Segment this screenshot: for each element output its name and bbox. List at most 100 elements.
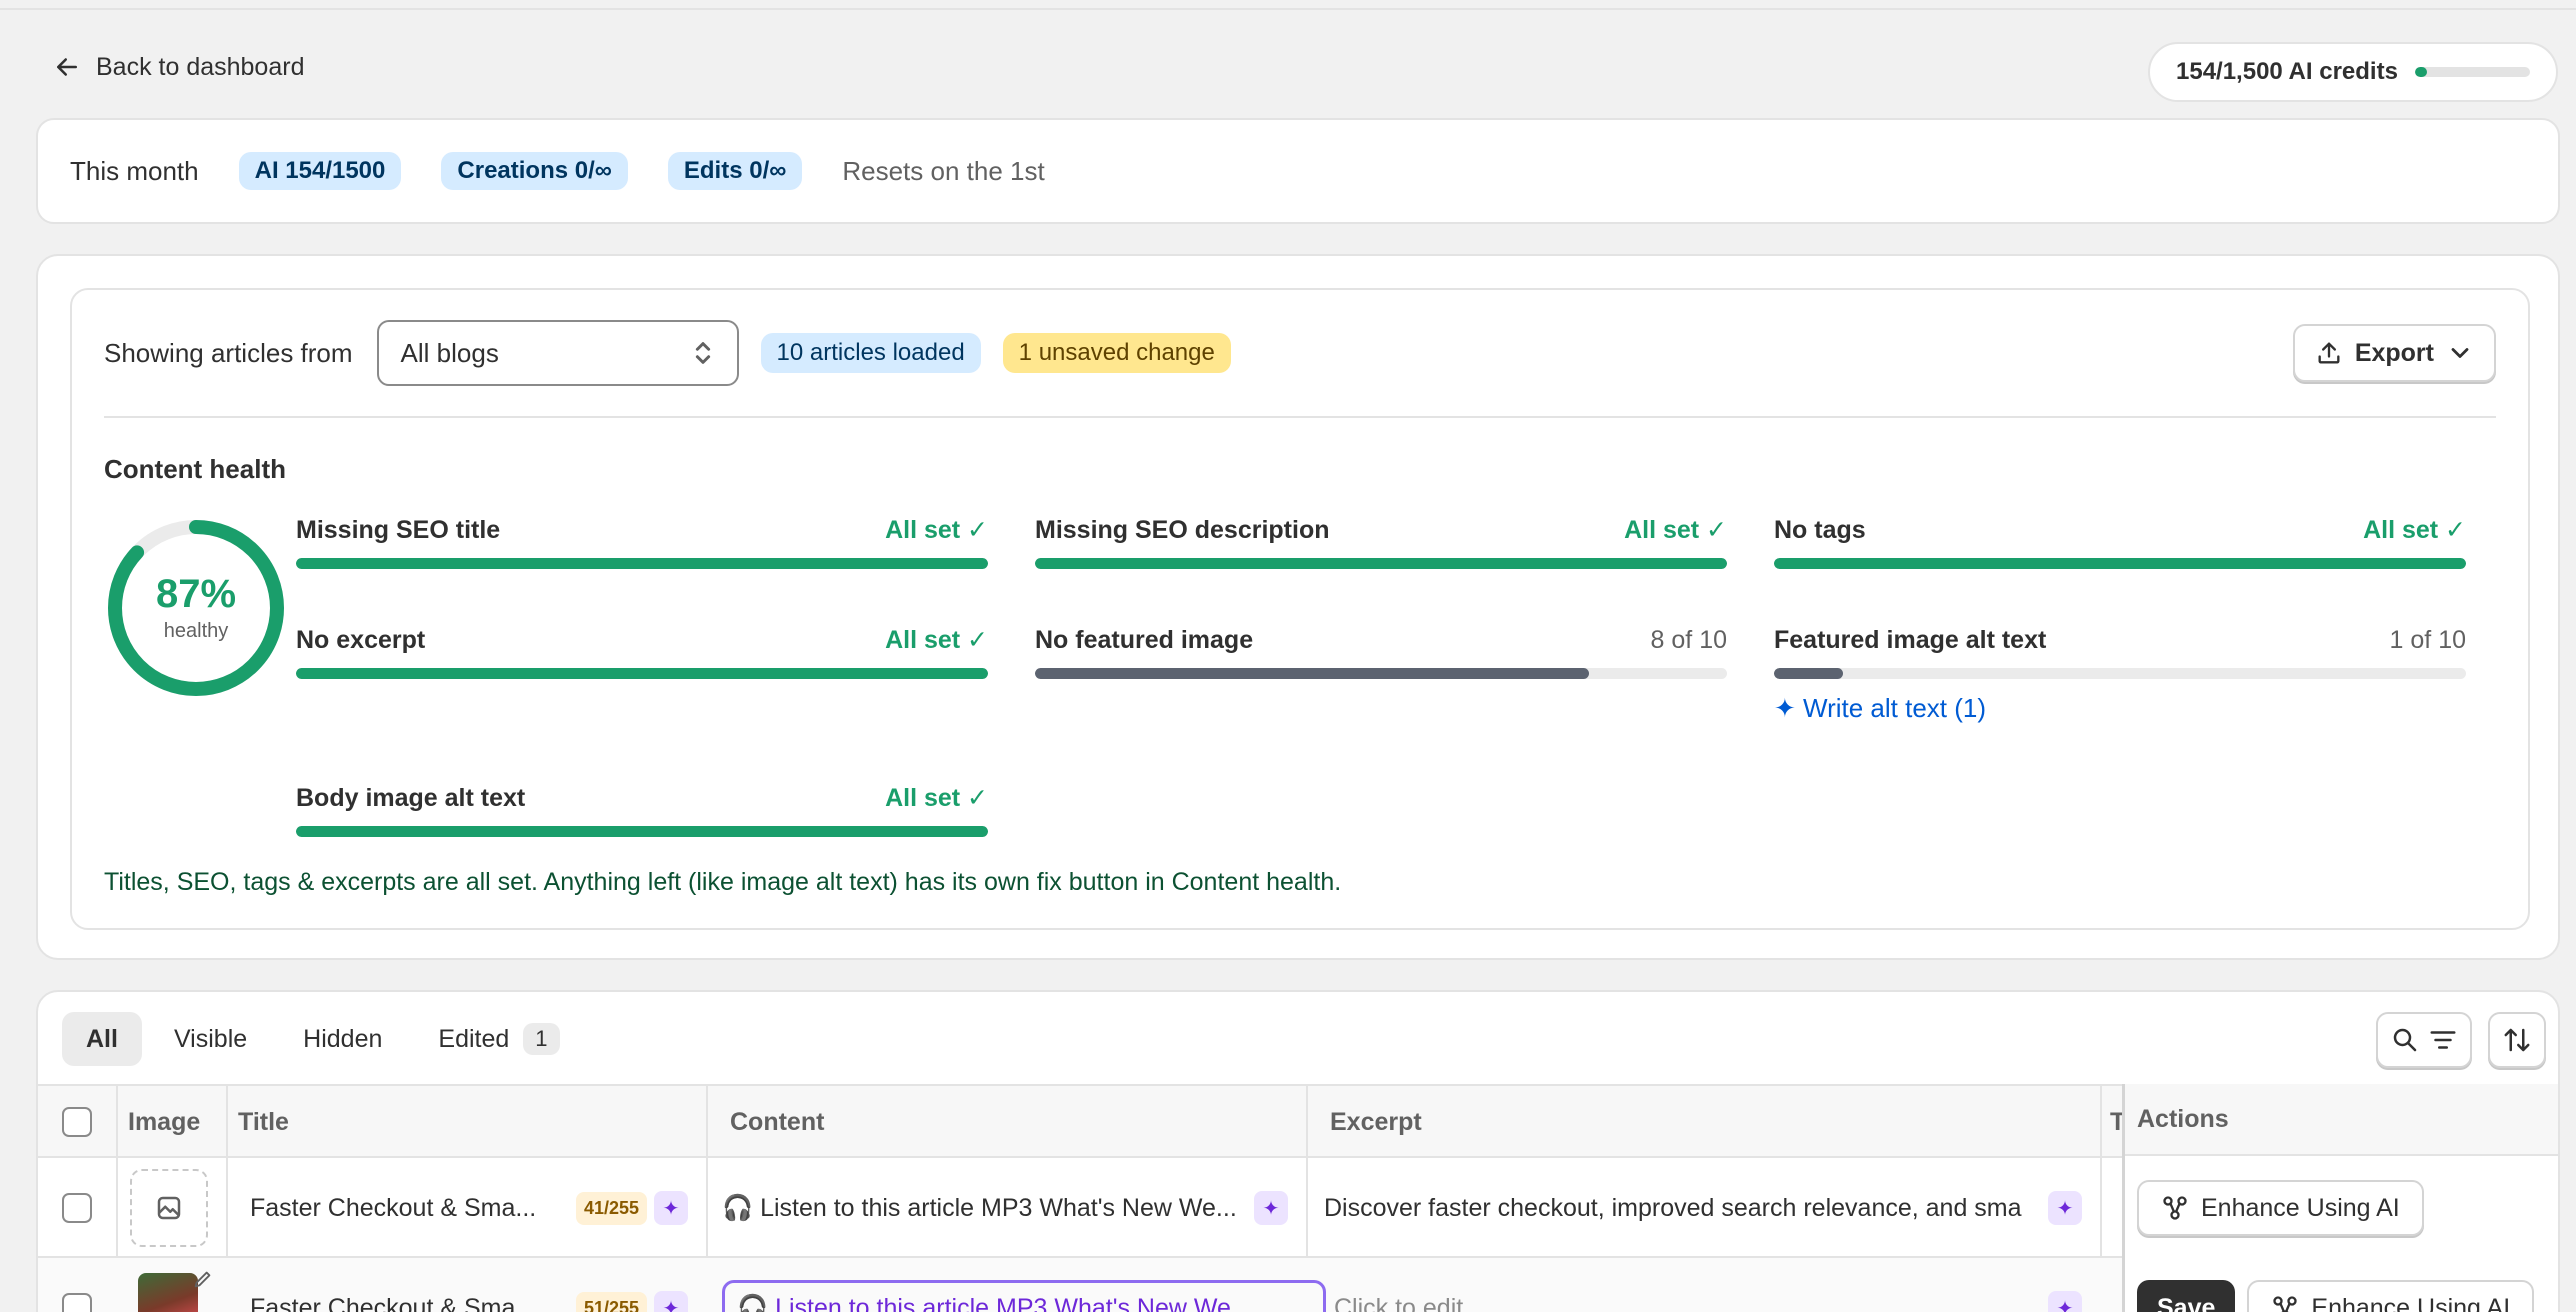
blog-filter-row: Showing articles from All blogs 10 artic… bbox=[104, 320, 2496, 386]
metric-status: All set ✓ bbox=[885, 784, 988, 812]
enhance-ai-label: Enhance Using AI bbox=[2311, 1293, 2511, 1312]
edited-count-badge: 1 bbox=[523, 1023, 560, 1055]
metric-featured-image-alt-text: Featured image alt text 1 of 10 ✦ Write a… bbox=[1774, 624, 2466, 724]
metric-name: Missing SEO title bbox=[296, 515, 501, 544]
sort-arrows-icon bbox=[2504, 1028, 2530, 1052]
excerpt-cell[interactable]: Discover faster checkout, improved searc… bbox=[1324, 1158, 2076, 1258]
excerpt-cell[interactable]: Click to edit bbox=[1334, 1258, 1734, 1312]
content-cell-editing[interactable]: 🎧 Listen to this article MP3 What's New … bbox=[722, 1258, 1326, 1312]
row-checkbox[interactable] bbox=[62, 1293, 92, 1312]
metric-status: 8 of 10 bbox=[1650, 625, 1727, 654]
row-actions: Enhance Using AI bbox=[2137, 1158, 2424, 1258]
column-header-actions: Actions bbox=[2125, 1084, 2558, 1156]
row-actions: Save Enhance Using AI bbox=[2137, 1258, 2535, 1312]
column-header-excerpt: Excerpt bbox=[1330, 1107, 1422, 1136]
metric-name: No excerpt bbox=[296, 625, 426, 654]
metric-status: All set ✓ bbox=[2363, 516, 2466, 544]
row-checkbox-cell bbox=[62, 1258, 92, 1312]
content-edit-field[interactable]: 🎧 Listen to this article MP3 What's New … bbox=[722, 1280, 1326, 1312]
tab-all[interactable]: All bbox=[62, 1012, 142, 1066]
edits-chip: Edits 0/∞ bbox=[667, 152, 803, 190]
credits-progress-bar bbox=[2415, 67, 2530, 77]
title-cell[interactable]: Faster Checkout & Sma... bbox=[250, 1258, 576, 1312]
write-alt-text-link[interactable]: ✦ Write alt text (1) bbox=[1774, 693, 2466, 724]
reset-text: Resets on the 1st bbox=[842, 155, 1045, 186]
ai-usage-chip: AI 154/1500 bbox=[238, 152, 402, 190]
metric-bar bbox=[296, 558, 988, 569]
enhance-ai-button[interactable]: Enhance Using AI bbox=[2137, 1180, 2424, 1236]
sparkle-icon[interactable]: ✦ bbox=[654, 1291, 688, 1312]
save-button[interactable]: Save bbox=[2137, 1280, 2236, 1312]
metric-bar bbox=[1774, 668, 2466, 679]
metric-bar bbox=[1035, 558, 1727, 569]
sort-button[interactable] bbox=[2488, 1012, 2546, 1068]
metric-status: 1 of 10 bbox=[2389, 625, 2466, 654]
metric-bar-fill bbox=[296, 558, 988, 569]
metric-name: No tags bbox=[1774, 515, 1866, 544]
metric-bar-fill bbox=[1035, 668, 1589, 679]
metric-status: All set ✓ bbox=[1624, 516, 1727, 544]
pencil-icon[interactable] bbox=[192, 1268, 214, 1290]
content-cell[interactable]: 🎧 Listen to this article MP3 What's New … bbox=[722, 1158, 1238, 1258]
enhance-ai-label: Enhance Using AI bbox=[2201, 1193, 2400, 1222]
select-all-checkbox[interactable] bbox=[62, 1107, 92, 1137]
health-summary-note: Titles, SEO, tags & excerpts are all set… bbox=[104, 868, 1342, 896]
tab-visible[interactable]: Visible bbox=[150, 1012, 271, 1066]
content-health-title: Content health bbox=[104, 454, 286, 484]
tab-label: Hidden bbox=[303, 1024, 383, 1053]
title-ai-cell: ✦ bbox=[654, 1158, 688, 1258]
metric-bar bbox=[1035, 668, 1727, 679]
back-to-dashboard-link[interactable]: Back to dashboard bbox=[52, 52, 304, 82]
tab-hidden[interactable]: Hidden bbox=[279, 1012, 406, 1066]
select-all-cell bbox=[50, 1086, 92, 1158]
back-label: Back to dashboard bbox=[96, 52, 305, 81]
month-label: This month bbox=[70, 155, 199, 186]
featured-image-thumbnail[interactable] bbox=[138, 1273, 198, 1312]
health-percent: 87% bbox=[155, 571, 237, 616]
sparkle-icon[interactable]: ✦ bbox=[2048, 1291, 2082, 1312]
search-filter-button[interactable] bbox=[2376, 1012, 2472, 1068]
articles-overview-card: Showing articles from All blogs 10 artic… bbox=[36, 254, 2560, 960]
ai-credits-pill: 154/1,500 AI credits bbox=[2148, 42, 2558, 102]
excerpt-ai-cell: ✦ bbox=[2048, 1158, 2082, 1258]
metric-bar-fill bbox=[1035, 558, 1727, 569]
actions-column: Actions Enhance Using AI Save Enhance Us… bbox=[2122, 1084, 2558, 1312]
title-char-count: 51/255 bbox=[576, 1291, 648, 1312]
arrow-left-icon bbox=[57, 58, 77, 76]
metric-no-tags: No tags All set ✓ bbox=[1774, 514, 2466, 569]
column-header-title: Title bbox=[238, 1107, 289, 1136]
metric-name: Body image alt text bbox=[296, 783, 526, 812]
title-cell[interactable]: Faster Checkout & Sma... bbox=[250, 1158, 576, 1258]
monthly-usage-card: This month AI 154/1500 Creations 0/∞ Edi… bbox=[36, 118, 2560, 224]
metric-bar-fill bbox=[296, 668, 988, 679]
tab-label: All bbox=[86, 1024, 118, 1053]
export-button[interactable]: Export bbox=[2292, 324, 2496, 382]
ai-nodes-icon bbox=[2163, 1196, 2187, 1220]
credits-progress-fill bbox=[2415, 67, 2427, 77]
tab-edited[interactable]: Edited 1 bbox=[414, 1012, 583, 1066]
sparkle-icon[interactable]: ✦ bbox=[2048, 1191, 2082, 1225]
row-checkbox-cell bbox=[62, 1158, 92, 1258]
content-edit-text: 🎧 Listen to this article MP3 What's New … bbox=[737, 1293, 1252, 1312]
metric-no-featured-image: No featured image 8 of 10 bbox=[1035, 624, 1727, 679]
content-ai-cell: ✦ bbox=[1254, 1158, 1288, 1258]
section-divider bbox=[104, 416, 2496, 418]
excerpt-ai-cell: ✦ bbox=[2048, 1258, 2082, 1312]
metric-name: Featured image alt text bbox=[1774, 625, 2047, 654]
creations-chip: Creations 0/∞ bbox=[441, 152, 628, 190]
sparkle-icon[interactable]: ✦ bbox=[1254, 1191, 1288, 1225]
articles-loaded-badge: 10 articles loaded bbox=[760, 333, 981, 373]
table-tabs: All Visible Hidden Edited 1 bbox=[62, 1012, 584, 1066]
upload-icon bbox=[2318, 342, 2340, 364]
metric-bar bbox=[296, 668, 988, 679]
metric-name: Missing SEO description bbox=[1035, 515, 1330, 544]
metric-bar bbox=[1774, 558, 2466, 569]
sparkle-icon[interactable]: ✦ bbox=[654, 1191, 688, 1225]
tab-label: Visible bbox=[173, 1024, 248, 1053]
title-char-count: 41/255 bbox=[576, 1191, 648, 1225]
enhance-ai-button[interactable]: Enhance Using AI bbox=[2247, 1280, 2535, 1312]
row-checkbox[interactable] bbox=[62, 1193, 92, 1223]
blog-select[interactable]: All blogs bbox=[376, 320, 739, 386]
chevron-down-icon bbox=[2451, 348, 2469, 358]
image-placeholder[interactable] bbox=[130, 1169, 208, 1247]
